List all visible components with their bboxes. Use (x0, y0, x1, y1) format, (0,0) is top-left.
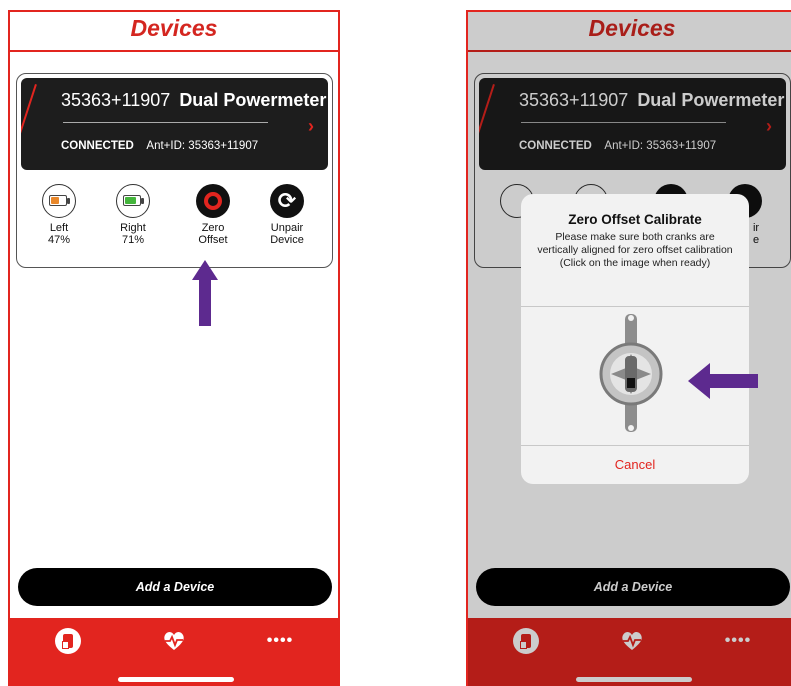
heart-rate-tab-icon (164, 632, 184, 650)
home-indicator (118, 677, 234, 682)
right-battery-item[interactable]: Right 71% (103, 184, 163, 246)
chevron-right-icon[interactable]: › (308, 116, 314, 137)
header: Devices (10, 12, 338, 52)
left-battery-label: Left 47% (47, 222, 71, 246)
device-id: 35363+11907 (61, 90, 171, 110)
device-row[interactable]: 35363+11907 Dual Powermeter CONNECTED An… (21, 78, 328, 170)
unpair-icon: ⟳ (270, 184, 304, 218)
divider (63, 122, 268, 123)
zero-offset-label: Zero Offset (198, 222, 228, 246)
cancel-button[interactable]: Cancel (521, 446, 749, 484)
connection-status: CONNECTED (61, 140, 134, 152)
tab-devices[interactable] (48, 628, 88, 658)
battery-icon (116, 184, 150, 218)
device-name: Dual Powermeter (179, 90, 327, 110)
devices-screen: Devices 35363+11907 Dual Powermeter CONN… (8, 10, 340, 686)
ant-id: 35363+11907 (188, 140, 259, 152)
tab-more[interactable]: •••• (260, 628, 300, 658)
annotation-arrow-left (688, 363, 758, 399)
dialog-message: Please make sure both cranks are vertica… (537, 231, 733, 269)
more-tab-icon: •••• (266, 632, 294, 649)
zero-offset-button[interactable]: Zero Offset (183, 184, 243, 246)
device-card: 35363+11907 Dual Powermeter CONNECTED An… (16, 73, 333, 268)
dialog-title: Zero Offset Calibrate (568, 212, 702, 227)
devices-tab-icon (55, 628, 81, 654)
device-title: 35363+11907 Dual Powermeter (61, 90, 326, 111)
decorative-slash (21, 84, 37, 170)
device-actions: Left 47% Right 71% Zero Offset ⟳ Unpair … (17, 184, 332, 264)
unpair-device-button[interactable]: ⟳ Unpair Device (257, 184, 317, 246)
tab-heart-rate[interactable] (154, 628, 194, 658)
ant-label: Ant+ID: (146, 140, 186, 152)
annotation-arrow-up (192, 260, 218, 326)
page-title: Devices (130, 15, 218, 41)
right-battery-label: Right 71% (120, 222, 146, 246)
add-device-button[interactable]: Add a Device (18, 568, 332, 606)
left-battery-item[interactable]: Left 47% (29, 184, 89, 246)
battery-icon (42, 184, 76, 218)
zero-offset-dialog: Zero Offset Calibrate Please make sure b… (521, 194, 749, 484)
device-status-line: CONNECTED Ant+ID: 35363+11907 (61, 140, 258, 152)
unpair-label: Unpair Device (270, 222, 304, 246)
zero-offset-icon (196, 184, 230, 218)
devices-screen-calibration: Devices 35363+11907 Dual Powermeter CONN… (466, 10, 791, 686)
tab-bar: •••• (10, 618, 338, 686)
